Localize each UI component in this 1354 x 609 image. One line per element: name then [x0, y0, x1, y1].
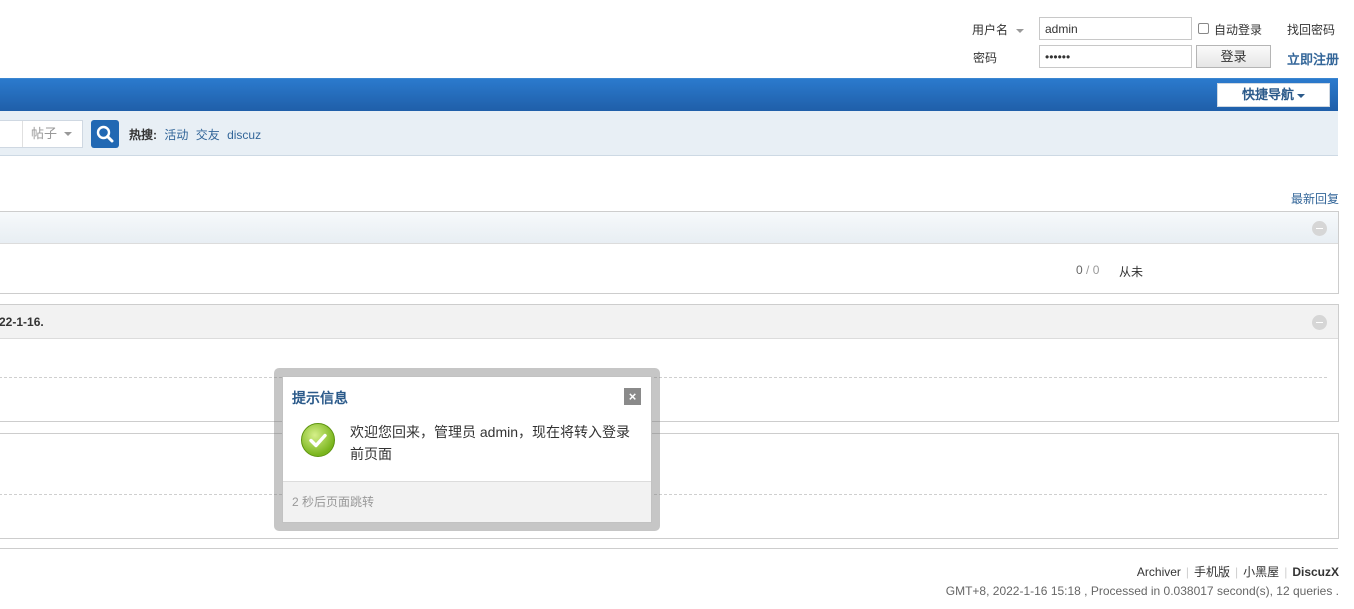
- password-input[interactable]: [1039, 45, 1192, 68]
- dialog-footer: 2 秒后页面跳转: [283, 481, 651, 522]
- forum-thread-count: 0 / 0: [1076, 263, 1100, 277]
- footer-link-archiver[interactable]: Archiver: [1137, 565, 1181, 579]
- register-link[interactable]: 立即注册: [1287, 49, 1339, 68]
- stats-box: 22-1-16.: [0, 304, 1339, 422]
- forum-category-header: [0, 212, 1338, 244]
- password-label: 密码: [973, 51, 998, 65]
- collapse-icon[interactable]: [1312, 221, 1327, 236]
- chevron-down-icon: [64, 132, 72, 136]
- search-button[interactable]: [91, 120, 119, 148]
- username-input[interactable]: [1039, 17, 1192, 40]
- login-button[interactable]: 登录: [1196, 45, 1271, 68]
- search-type-label: 帖子: [31, 126, 58, 141]
- search-icon: [96, 125, 114, 143]
- redirect-notice: 2 秒后页面跳转: [292, 495, 375, 509]
- dialog-message: 欢迎您回来，管理员 admin，现在将转入登录前页面: [350, 424, 631, 462]
- online-box: [0, 433, 1339, 539]
- dialog-title: 提示信息: [292, 390, 348, 406]
- chevron-down-icon: [1016, 28, 1025, 33]
- footer-info: GMT+8, 2022-1-16 15:18 , Processed in 0.…: [945, 584, 1339, 598]
- check-icon: [309, 433, 327, 448]
- footer-divider: [0, 548, 1338, 549]
- forgot-password-link[interactable]: 找回密码: [1287, 21, 1335, 38]
- footer-links: Archiver | 手机版 | 小黑屋 | DiscuzX: [1136, 565, 1339, 579]
- hot-search-item[interactable]: 活动: [164, 128, 188, 142]
- search-type-select[interactable]: 帖子: [0, 120, 83, 148]
- hot-search-label: 热搜:: [129, 128, 157, 142]
- forum-category-box: 0 / 0 从未: [0, 211, 1339, 294]
- footer-link-blackroom[interactable]: 小黑屋: [1243, 565, 1279, 579]
- latest-reply-link[interactable]: 最新回复: [1291, 190, 1339, 207]
- username-type-select[interactable]: 用户名: [972, 21, 1025, 38]
- auto-login-checkbox[interactable]: [1198, 23, 1209, 34]
- forum-last-post: 从未: [1119, 265, 1144, 279]
- main-nav-bar: [0, 78, 1338, 112]
- stats-title: 22-1-16.: [0, 315, 44, 329]
- message-dialog: 提示信息 × 欢迎您回来，管理员 admin，现在将转入登录前页面 2 秒后页面…: [282, 376, 652, 523]
- username-label: 用户名: [972, 23, 1009, 37]
- success-check-icon: [301, 423, 335, 457]
- divider: [0, 377, 1327, 378]
- collapse-icon[interactable]: [1312, 315, 1327, 330]
- close-icon[interactable]: ×: [624, 388, 641, 405]
- hot-search-item[interactable]: 交友: [196, 128, 220, 142]
- quick-nav-label: 快捷导航: [1241, 87, 1294, 102]
- hot-search: 热搜: 活动 交友 discuz: [129, 126, 261, 143]
- hot-search-item[interactable]: discuz: [227, 128, 261, 142]
- quick-nav-button[interactable]: 快捷导航: [1217, 83, 1330, 107]
- stats-header: [0, 305, 1338, 339]
- footer-brand[interactable]: DiscuzX: [1292, 565, 1339, 579]
- divider: [0, 494, 1327, 495]
- chevron-down-icon: [1297, 93, 1305, 98]
- auto-login-label[interactable]: 自动登录: [1214, 21, 1262, 38]
- footer-link-mobile[interactable]: 手机版: [1194, 565, 1230, 579]
